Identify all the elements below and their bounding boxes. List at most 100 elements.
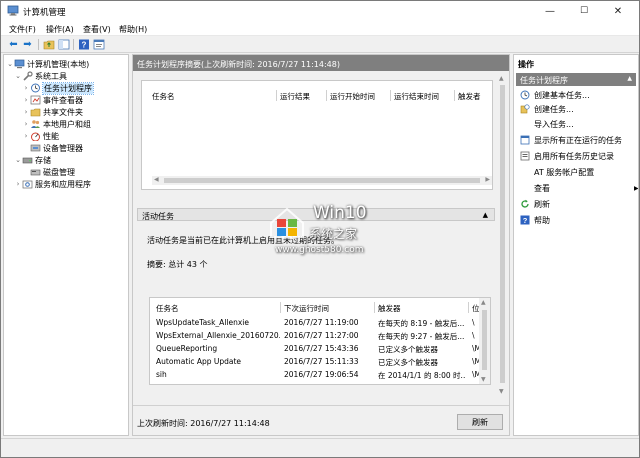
next-run-cell: 2016/7/27 11:19:00 [284,318,359,327]
scroll-up-icon[interactable]: ▲ [481,299,486,306]
action-refresh[interactable]: 刷新 [520,198,550,210]
column-header-result[interactable]: 运行结果 [280,91,310,102]
column-header-trigger[interactable]: 触发器 [378,303,401,314]
tree-item-services-apps[interactable]: › 服务和应用程序 [14,178,91,190]
action-enable-history[interactable]: 启用所有任务历史记录 [520,150,614,162]
scroll-down-icon[interactable]: ▼ [499,388,504,395]
scroll-left-icon[interactable]: ◀ [154,176,159,183]
collapse-triangle-icon[interactable]: ▲ [627,75,632,82]
collapse-triangle-icon[interactable]: ▲ [483,211,488,219]
action-create-task[interactable]: 创建任务... [520,103,574,115]
refresh-icon [521,199,529,208]
action-create-basic-task[interactable]: 创建基本任务... [520,89,590,101]
collapse-arrow-icon[interactable]: ⌄ [14,72,22,80]
table-row[interactable]: QueueReporting 2016/7/27 15:43:36 已定义多个触… [150,342,480,355]
view-icon [520,183,530,193]
maximize-button[interactable]: ☐ [567,1,601,21]
center-footer: 上次刷新时间: 2016/7/27 11:14:48 刷新 [133,405,509,435]
next-run-cell: 2016/7/27 15:43:36 [284,344,359,353]
column-separator[interactable] [390,90,391,101]
column-header-start-time[interactable]: 运行开始时间 [330,91,375,102]
scrollbar-thumb[interactable] [482,310,487,370]
center-vertical-scrollbar[interactable]: ▲ ▼ [498,75,507,395]
column-header-task-name[interactable]: 任务名 [156,303,179,314]
scroll-right-icon[interactable]: ▶ [485,176,490,183]
tree-item-system-tools[interactable]: ⌄ 系统工具 [14,70,67,82]
computer-management-window: 计算机管理 — ☐ ✕ 文件(F) 操作(A) 查看(V) 帮助(H) ⬅ ➡ … [0,0,640,458]
expand-arrow-icon[interactable]: › [22,96,30,104]
scroll-up-icon[interactable]: ▲ [499,75,504,82]
computer-management-icon [7,5,19,16]
column-header-next-run[interactable]: 下次运行时间 [284,303,329,314]
column-separator[interactable] [454,90,455,101]
tree-item-root[interactable]: ⌄ 计算机管理(本地) [6,58,89,70]
menu-file[interactable]: 文件(F) [9,24,36,35]
expand-arrow-icon[interactable]: › [22,132,30,140]
actions-section-task-scheduler[interactable]: 任务计划程序 ▲ [516,73,636,86]
tree-item-performance[interactable]: › 性能 [22,130,59,142]
minimize-button[interactable]: — [533,1,567,21]
status-bar [1,438,639,457]
horizontal-scrollbar[interactable]: ◀ ▶ [152,176,492,185]
help-icon[interactable]: ? [77,38,90,50]
column-separator[interactable] [326,90,327,101]
column-separator[interactable] [276,90,277,101]
table-row[interactable]: WpsExternal_Allenxie_20160720... 2016/7/… [150,329,480,342]
show-hide-tree-icon[interactable] [57,38,70,50]
task-summary: 摘要: 总计 43 个 [147,260,208,269]
refresh-button[interactable]: 刷新 [457,414,503,430]
task-name-cell: WpsExternal_Allenxie_20160720... [156,331,280,340]
column-header-triggered-by[interactable]: 触发者 [458,91,481,102]
tree-label: 事件查看器 [43,95,83,105]
vertical-scrollbar[interactable]: ▲ ▼ [479,298,490,384]
scrollbar-thumb[interactable] [500,85,505,383]
expand-arrow-icon[interactable]: › [22,120,30,128]
tree-item-device-manager[interactable]: 设备管理器 [30,142,83,154]
expand-arrow-icon[interactable]: › [22,84,30,92]
tree-item-storage[interactable]: ⌄ 存储 [14,154,51,166]
action-label: 导入任务... [534,119,574,129]
scrollbar-thumb[interactable] [164,178,480,183]
toolbar: ⬅ ➡ ? [1,36,639,53]
collapse-arrow-icon[interactable]: ⌄ [6,60,14,68]
folder-up-icon[interactable] [42,38,55,50]
action-help[interactable]: ? 帮助 [520,214,550,226]
table-row[interactable]: Automatic App Update 2016/7/27 15:11:33 … [150,355,480,368]
action-view[interactable]: 查看 ▶ [520,182,638,194]
task-name-cell: sih [156,370,167,379]
action-show-running-tasks[interactable]: 显示所有正在运行的任务 [520,134,622,146]
device-manager-icon [30,144,41,152]
column-separator[interactable] [468,302,469,313]
expand-arrow-icon[interactable]: › [14,180,22,188]
column-header-end-time[interactable]: 运行结束时间 [394,91,439,102]
back-arrow-icon[interactable]: ⬅ [7,38,20,50]
menu-view[interactable]: 查看(V) [83,24,111,35]
column-separator[interactable] [280,302,281,313]
actions-section-label: 任务计划程序 [520,76,568,85]
menu-action[interactable]: 操作(A) [46,24,74,35]
action-import-task[interactable]: 导入任务... [520,118,574,130]
task-name-cell: WpsUpdateTask_Allenxie [156,318,249,327]
navigation-tree: ⌄ 计算机管理(本地) ⌄ 系统工具 › 任务计划程序 › 事件查看器 › 共享… [3,54,129,436]
menu-bar: 文件(F) 操作(A) 查看(V) 帮助(H) [1,21,639,36]
tree-item-disk-management[interactable]: 磁盘管理 [30,166,75,178]
table-row[interactable]: sih 2016/7/27 19:06:54 在 2014/1/1 的 8:00… [150,368,480,381]
column-header-task-name[interactable]: 任务名 [152,91,175,102]
forward-arrow-icon[interactable]: ➡ [21,38,34,50]
help-icon: ? [520,215,530,225]
expand-arrow-icon[interactable]: › [22,108,30,116]
tree-item-shared-folders[interactable]: › 共享文件夹 [22,106,83,118]
collapse-arrow-icon[interactable]: ⌄ [14,156,22,164]
table-row[interactable]: WpsUpdateTask_Allenxie 2016/7/27 11:19:0… [150,316,480,329]
properties-icon[interactable] [92,38,105,50]
column-separator[interactable] [374,302,375,313]
tree-item-event-viewer[interactable]: › 事件查看器 [22,94,83,106]
tools-icon [23,71,33,81]
close-button[interactable]: ✕ [601,1,635,21]
menu-help[interactable]: 帮助(H) [119,24,147,35]
trigger-cell: 已定义多个触发器 [378,345,438,354]
scroll-down-icon[interactable]: ▼ [481,376,486,383]
tree-item-local-users[interactable]: › 本地用户和组 [22,118,91,130]
action-at-service-config[interactable]: AT 服务帐户配置 [520,166,594,178]
tree-item-task-scheduler[interactable]: › 任务计划程序 [22,81,94,95]
